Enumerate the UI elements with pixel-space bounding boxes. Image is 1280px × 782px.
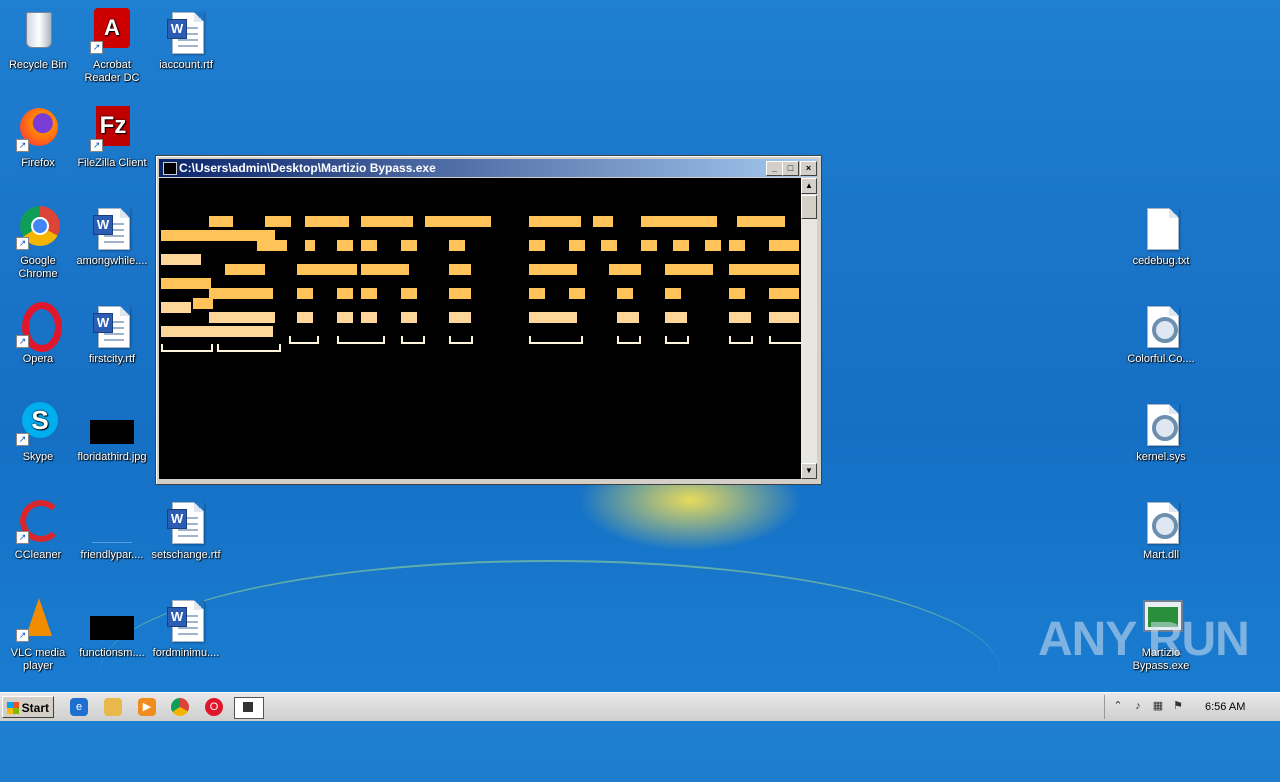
shortcut-arrow-icon: ↗ [16,433,29,446]
icon-label: Mart.dll [1142,549,1180,561]
icon-label: cedebug.txt [1132,255,1190,267]
desktop-icon-skype[interactable]: S ↗ Skype [0,400,76,464]
wallpaper-swirl [100,560,1000,782]
network-icon[interactable]: ▦ [1151,699,1165,713]
minimize-button[interactable]: _ [766,161,783,176]
icon-label: kernel.sys [1136,451,1186,463]
action-center-flag-icon[interactable]: ⚑ [1171,699,1185,713]
desktop-icon-opera[interactable]: ↗ Opera [0,302,76,366]
shortcut-arrow-icon: ↗ [16,237,29,250]
icon-label: FileZilla Client [77,157,147,169]
chrome-icon[interactable] [171,698,189,716]
word-doc-icon: W [167,12,204,54]
desktop-icon-recycle-bin[interactable]: Recycle Bin [0,8,76,72]
close-button[interactable]: × [800,161,817,176]
word-doc-icon: W [167,502,204,544]
icon-label: Acrobat Reader DC [84,59,140,84]
image-file-icon [90,616,134,640]
desktop-icon-mart-dll[interactable]: Mart.dll [1123,498,1199,562]
system-file-icon [1147,404,1179,446]
icon-label: Opera [22,353,54,365]
shortcut-arrow-icon: ↗ [16,335,29,348]
desktop-icon-filezilla[interactable]: Fz ↗ FileZilla Client [74,106,150,170]
icon-label: floridathird.jpg [77,451,147,463]
icon-label: setschange.rtf [151,549,221,561]
icon-label: Colorful.Co.... [1127,353,1195,365]
image-file-icon [90,420,134,444]
taskbar: Start e ▶ O ⌃ ♪ ▦ ⚑ 6:56 AM [0,692,1280,721]
shortcut-arrow-icon: ↗ [16,629,29,642]
icon-label: amongwhile.... [76,255,148,267]
desktop-icon-cedebug[interactable]: cedebug.txt [1123,204,1199,268]
desktop-icon-friendlypar[interactable]: friendlypar.... [74,498,150,562]
desktop-icon-firefox[interactable]: ↗ Firefox [0,106,76,170]
opera-icon[interactable]: O [205,698,223,716]
desktop-icon-chrome[interactable]: ↗ Google Chrome [0,204,76,281]
scroll-thumb[interactable] [801,195,817,219]
explorer-icon[interactable] [104,698,122,716]
icon-label: fordminimu.... [152,647,220,659]
scroll-down-button[interactable]: ▼ [801,463,817,479]
shortcut-arrow-icon: ↗ [16,139,29,152]
desktop-icon-floridathird[interactable]: floridathird.jpg [74,400,150,464]
anyrun-watermark: ANY RUN [1038,613,1250,666]
console-window[interactable]: C:\Users\admin\Desktop\Martizio Bypass.e… [155,155,822,485]
desktop-icon-functionsm[interactable]: functionsm.... [74,596,150,660]
icon-label: firstcity.rtf [88,353,136,365]
icon-label: Google Chrome [18,255,58,280]
text-file-icon [1147,208,1179,250]
desktop-icon-firstcity[interactable]: W firstcity.rtf [74,302,150,366]
volume-icon[interactable]: ♪ [1131,699,1145,713]
scroll-up-button[interactable]: ▲ [801,178,817,194]
tray-expand-icon[interactable]: ⌃ [1111,699,1125,713]
word-doc-icon: W [93,306,130,348]
word-doc-icon: W [93,208,130,250]
system-tray: ⌃ ♪ ▦ ⚑ 6:56 AM [1104,695,1280,719]
desktop-icon-acrobat[interactable]: A ↗ Acrobat Reader DC [74,8,150,85]
desktop-icon-vlc[interactable]: ↗ VLC media player [0,596,76,673]
vertical-scrollbar[interactable]: ▲ ▼ [801,178,817,479]
desktop-icon-setschange[interactable]: W setschange.rtf [148,498,224,562]
icon-label: VLC media player [10,647,66,672]
icon-label: Firefox [21,157,55,169]
start-button[interactable]: Start [2,696,54,718]
window-titlebar[interactable]: C:\Users\admin\Desktop\Martizio Bypass.e… [159,159,818,177]
recycle-bin-icon [26,12,52,48]
blank-file-icon [92,538,132,543]
system-file-icon [1147,502,1179,544]
clock[interactable]: 6:56 AM [1205,695,1245,719]
shortcut-arrow-icon: ↗ [90,139,103,152]
ie-icon[interactable]: e [70,698,88,716]
desktop-icon-amongwhile[interactable]: W amongwhile.... [74,204,150,268]
icon-label: iaccount.rtf [159,59,213,71]
icon-label: Skype [22,451,54,463]
vlc-icon [26,598,52,636]
maximize-button[interactable]: □ [782,161,799,176]
icon-label: functionsm.... [79,647,145,659]
media-player-icon[interactable]: ▶ [138,698,156,716]
console-output[interactable] [159,178,801,479]
icon-label: friendlypar.... [80,549,144,561]
desktop-icon-ccleaner[interactable]: ↗ CCleaner [0,498,76,562]
console-app-icon [163,162,177,175]
icon-label: CCleaner [14,549,62,561]
start-label: Start [21,701,49,715]
desktop-icon-kernel[interactable]: kernel.sys [1123,400,1199,464]
window-title: C:\Users\admin\Desktop\Martizio Bypass.e… [179,161,436,175]
windows-logo-icon [7,702,19,714]
system-file-icon [1147,306,1179,348]
desktop-icon-colorful[interactable]: Colorful.Co.... [1123,302,1199,366]
desktop-icon-iaccount[interactable]: W iaccount.rtf [148,8,224,72]
icon-label: Recycle Bin [8,59,68,71]
word-doc-icon: W [167,600,204,642]
shortcut-arrow-icon: ↗ [16,531,29,544]
shortcut-arrow-icon: ↗ [90,41,103,54]
console-task-icon[interactable] [234,697,264,719]
desktop-icon-fordminimu[interactable]: W fordminimu.... [148,596,224,660]
